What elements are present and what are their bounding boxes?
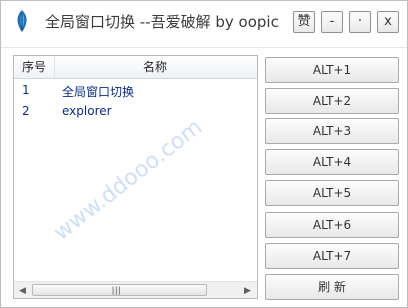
alt-4-button[interactable]: ALT+4 [265,149,399,175]
alt-2-button[interactable]: ALT+2 [265,88,399,114]
like-button[interactable]: 赞 [293,11,315,33]
dot-button[interactable]: · [349,11,371,33]
scrollbar-thumb[interactable]: ┃┃┃ [32,284,207,296]
window-title: 全局窗口切换 --吾爱破解 by oopic [45,13,279,31]
refresh-button[interactable]: 刷 新 [265,274,399,300]
title-bar: 全局窗口切换 --吾爱破解 by oopic 赞 - · x [1,1,407,48]
row-name: explorer [62,104,112,118]
minimize-button[interactable]: - [321,11,343,33]
alt-5-button[interactable]: ALT+5 [265,180,399,206]
list-row[interactable]: 2 explorer [14,101,257,121]
alt-7-button[interactable]: ALT+7 [265,243,399,269]
alt-1-button[interactable]: ALT+1 [265,57,399,83]
app-window: 全局窗口切换 --吾爱破解 by oopic 赞 - · x 序号 名称 1 全… [0,0,408,308]
row-index: 2 [22,104,30,118]
list-header: 序号 名称 [14,56,257,79]
feather-icon [17,10,27,32]
list-row[interactable]: 1 全局窗口切换 [14,80,257,100]
alt-3-button[interactable]: ALT+3 [265,118,399,144]
alt-6-button[interactable]: ALT+6 [265,212,399,238]
column-header-name[interactable]: 名称 [55,56,255,78]
horizontal-scrollbar[interactable]: ◀ ┃┃┃ ▶ [14,281,257,298]
scroll-right-icon[interactable]: ▶ [244,286,251,296]
row-name: 全局窗口切换 [62,85,135,99]
grip-icon: ┃┃┃ [111,287,122,295]
window-list[interactable]: 序号 名称 1 全局窗口切换 2 explorer ◀ ┃┃┃ ▶ [13,55,258,299]
close-button[interactable]: x [377,11,399,33]
column-header-index[interactable]: 序号 [14,56,55,78]
row-index: 1 [22,83,30,97]
scroll-left-icon[interactable]: ◀ [19,286,26,296]
